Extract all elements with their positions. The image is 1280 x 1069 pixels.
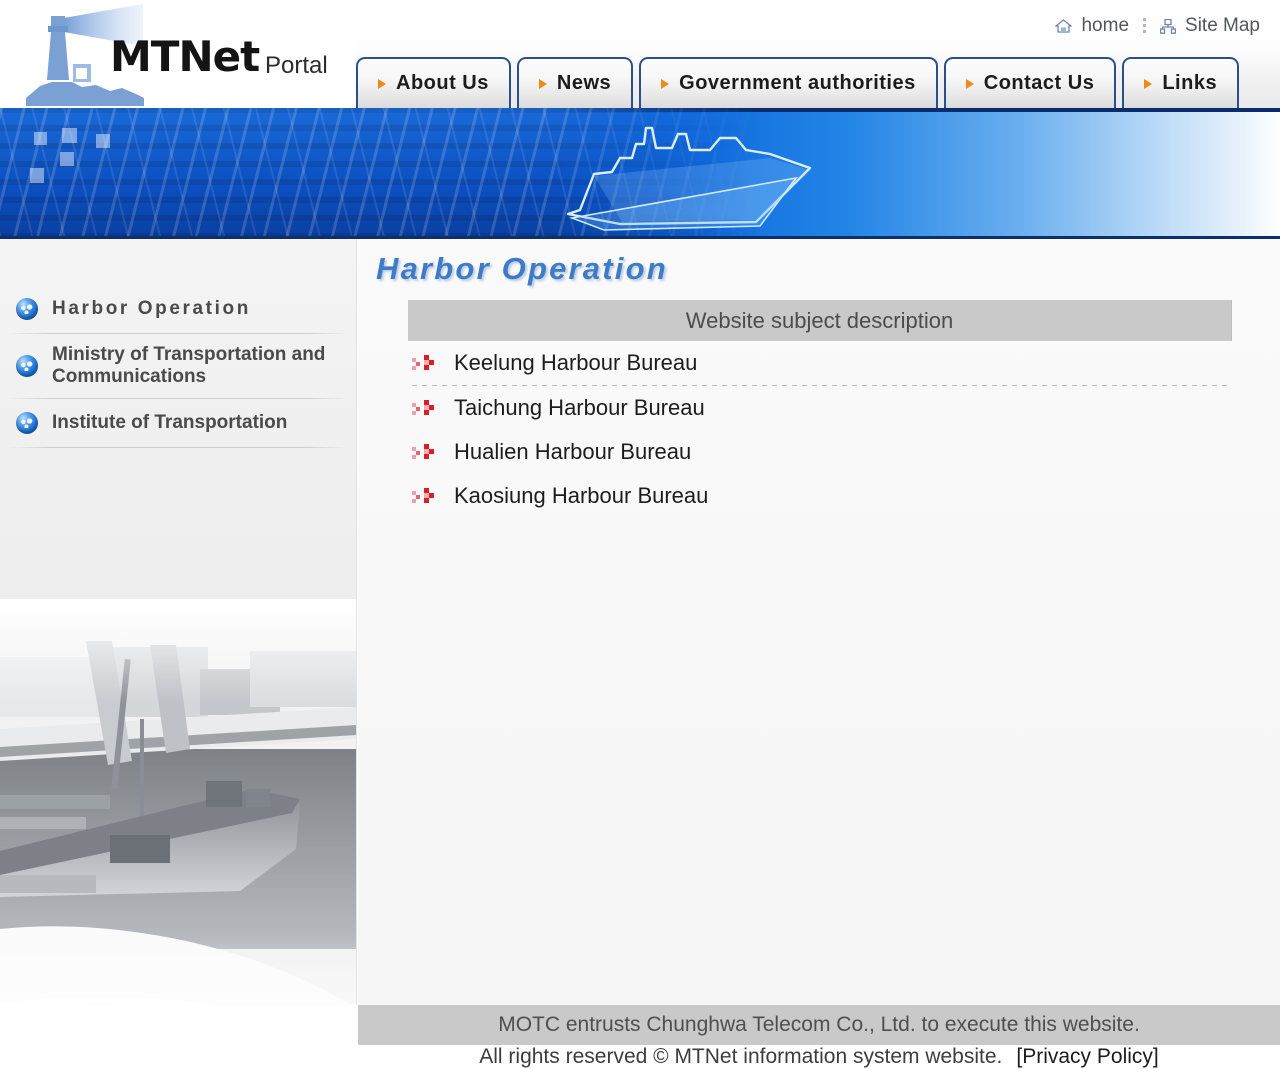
logo-block[interactable]: MTNet Portal <box>0 0 356 108</box>
brand-name: MTNet <box>110 32 260 81</box>
site-header: MTNet Portal home Site Map About Us News… <box>0 0 1280 108</box>
globe-icon <box>16 411 38 434</box>
footer-copyright: All rights reserved © MTNet information … <box>479 1045 1003 1068</box>
sidebar-divider <box>8 446 349 448</box>
nav-tab-links[interactable]: Links <box>1122 57 1240 108</box>
list-item-label: Taichung Harbour Bureau <box>454 395 705 420</box>
triangle-right-icon <box>538 78 547 89</box>
list-item-hualien-harbour-bureau[interactable]: Hualien Harbour Bureau <box>408 430 1232 474</box>
home-icon <box>1055 19 1073 33</box>
sidebar-item-harbor-operation[interactable]: Harbor Operation <box>0 285 356 333</box>
nav-tab-label: News <box>556 72 612 94</box>
list-item-label: Kaosiung Harbour Bureau <box>454 483 709 508</box>
globe-icon <box>16 298 38 320</box>
utility-links: home Site Map <box>1041 12 1274 40</box>
main-nav: About Us News Government authorities Con… <box>356 55 1245 108</box>
sidebar: Harbor Operation Ministry of Transportat… <box>0 239 357 1069</box>
footer-line1: MOTC entrusts Chunghwa Telecom Co., Ltd.… <box>498 1013 1140 1036</box>
triangle-right-icon <box>378 78 386 89</box>
red-double-arrow-icon <box>412 354 436 372</box>
list-item-kaosiung-harbour-bureau[interactable]: Kaosiung Harbour Bureau <box>408 474 1232 518</box>
nav-tab-label: Government authorities <box>679 72 916 94</box>
banner-ship-graphic <box>566 126 812 231</box>
sidebar-item-label: Ministry of Transportation and Communica… <box>52 344 326 387</box>
page-title: Harbor Operation <box>376 251 668 286</box>
globe-icon <box>16 354 38 377</box>
home-link[interactable]: home <box>1041 15 1143 37</box>
main-content: Harbor Operation Website subject descrip… <box>358 239 1280 1005</box>
sidebar-item-label: Harbor Operation <box>52 298 251 320</box>
banner-window-blocks <box>8 118 138 198</box>
nav-tab-about-us[interactable]: About Us <box>356 57 511 108</box>
footer-band: MOTC entrusts Chunghwa Telecom Co., Ltd.… <box>358 1005 1280 1045</box>
sidebar-item-label: Institute of Transportation <box>52 411 288 433</box>
hero-banner <box>0 108 1280 239</box>
nav-tab-government-authorities[interactable]: Government authorities <box>639 57 938 108</box>
list-item-taichung-harbour-bureau[interactable]: Taichung Harbour Bureau <box>408 386 1232 430</box>
sitemap-link-label: Site Map <box>1185 15 1260 36</box>
red-double-arrow-icon <box>412 443 436 461</box>
harbour-bureau-list: Keelung Harbour Bureau Taichung Harbour … <box>408 341 1232 518</box>
triangle-right-icon <box>965 78 974 89</box>
triangle-right-icon <box>661 78 670 89</box>
home-link-label: home <box>1081 15 1130 36</box>
brand-subtitle: Portal <box>265 52 328 79</box>
list-item-label: Keelung Harbour Bureau <box>454 350 698 375</box>
red-double-arrow-icon <box>412 399 436 417</box>
sitemap-icon <box>1160 18 1177 34</box>
nav-tab-label: About Us <box>396 72 489 94</box>
nav-tab-news[interactable]: News <box>516 57 634 108</box>
sidebar-item-institute-of-transportation[interactable]: Institute of Transportation <box>0 399 356 447</box>
sitemap-link[interactable]: Site Map <box>1146 15 1274 37</box>
column-header-bar: Website subject description <box>408 300 1232 341</box>
list-item-keelung-harbour-bureau[interactable]: Keelung Harbour Bureau <box>408 341 1232 385</box>
column-header-label: Website subject description <box>685 307 954 333</box>
nav-tab-contact-us[interactable]: Contact Us <box>943 57 1117 108</box>
list-item-label: Hualien Harbour Bureau <box>454 439 692 464</box>
sidebar-nav: Harbor Operation Ministry of Transportat… <box>0 285 356 448</box>
red-double-arrow-icon <box>412 487 436 505</box>
privacy-policy-link[interactable]: [Privacy Policy] <box>1016 1045 1158 1069</box>
page-root: MTNet Portal home Site Map About Us News… <box>0 0 1280 1069</box>
nav-tab-label: Contact Us <box>983 72 1095 94</box>
sidebar-harbor-photo <box>0 599 356 1069</box>
nav-tab-label: Links <box>1162 72 1218 94</box>
footer-secondary: All rights reserved © MTNet information … <box>358 1045 1280 1069</box>
footer-left-spacer <box>0 1005 358 1069</box>
triangle-right-icon <box>1144 78 1153 89</box>
sidebar-item-ministry-of-transportation-and-communications[interactable]: Ministry of Transportation and Communica… <box>0 334 356 398</box>
